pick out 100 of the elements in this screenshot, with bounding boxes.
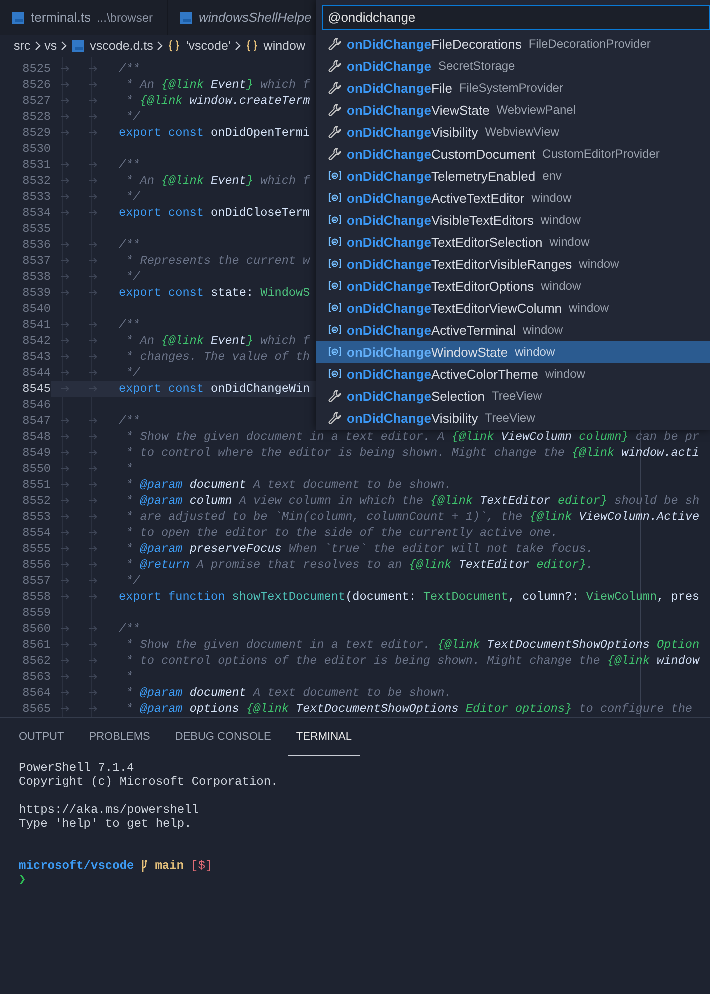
code-line: * to open the editor to the side of the currently active one. <box>125 526 558 540</box>
code-line: export const onDidOpenTermi <box>119 126 310 140</box>
symbol-item[interactable]: onDidChangeFile FileSystemProvider <box>316 77 710 99</box>
code-line: /** <box>119 318 140 332</box>
field-icon <box>328 257 342 271</box>
code-line: * are adjusted to be `Min(column, columnCount + 1)`, the {@link ViewColumn.Active <box>125 510 700 524</box>
code-line: */ <box>125 366 140 380</box>
wrench-icon <box>328 147 342 161</box>
tab-arrow-icon <box>89 657 98 665</box>
line-number: 8545 <box>0 381 51 397</box>
code-line: * An {@link Event} which f <box>125 174 310 188</box>
tab-arrow-icon <box>89 577 98 585</box>
symbol-item[interactable]: onDidChangeActiveTerminal window <box>316 319 710 341</box>
search-field[interactable]: @ondidchange <box>322 5 710 30</box>
tab-arrow-icon <box>61 561 70 569</box>
tab-arrow-icon <box>89 417 98 425</box>
tab-arrow-icon <box>61 625 70 633</box>
tab-arrow-icon <box>89 113 98 121</box>
panel-tab[interactable]: OUTPUT <box>11 718 72 756</box>
prompt-branch: main <box>155 859 184 873</box>
breadcrumb-item[interactable]: window <box>244 39 306 53</box>
symbol-item[interactable]: onDidChangeTextEditorOptions window <box>316 275 710 297</box>
breadcrumb-item[interactable]: vs <box>44 39 58 53</box>
symbol-container: TreeView <box>485 411 536 425</box>
panel-tab[interactable]: TERMINAL <box>288 718 360 756</box>
code-line: */ <box>125 190 140 204</box>
symbol-container: window <box>545 367 586 381</box>
symbol-item[interactable]: onDidChangeSelection TreeView <box>316 385 710 407</box>
tab-arrow-icon <box>89 209 98 217</box>
symbol-item[interactable]: onDidChangeActiveTextEditor window <box>316 187 710 209</box>
wrench-icon <box>328 125 342 139</box>
editor-tab[interactable]: terminal.ts ...\browser <box>0 0 168 35</box>
tab-arrow-icon <box>61 273 70 281</box>
code-line: /** <box>119 622 140 636</box>
tab-arrow-icon <box>89 449 98 457</box>
prompt-status: [$] <box>191 859 213 873</box>
tab-arrow-icon <box>89 257 98 265</box>
tab-arrow-icon <box>89 337 98 345</box>
panel-tab[interactable]: PROBLEMS <box>81 718 158 756</box>
symbol-container: WebviewPanel <box>496 103 576 117</box>
symbol-item[interactable]: onDidChangeVisibility WebviewView <box>316 121 710 143</box>
chevron-right-icon <box>59 40 70 52</box>
field-icon <box>328 235 342 249</box>
tab-arrow-icon <box>61 689 70 697</box>
tab-arrow-icon <box>61 161 70 169</box>
chevron-right-icon <box>32 40 43 52</box>
tab-arrow-icon <box>89 433 98 441</box>
braces-icon <box>244 39 259 53</box>
panel-tab[interactable]: DEBUG CONSOLE <box>167 718 280 756</box>
tab-description: ...\browser <box>96 10 153 24</box>
tab-arrow-icon <box>61 481 70 489</box>
tab-arrow-icon <box>61 337 70 345</box>
symbol-item[interactable]: onDidChange SecretStorage <box>316 55 710 77</box>
breadcrumb-item[interactable]: 'vscode' <box>167 39 231 53</box>
symbol-item[interactable]: onDidChangeTextEditorVisibleRanges window <box>316 253 710 275</box>
tab-arrow-icon <box>61 241 70 249</box>
code-line: export const onDidCloseTerm <box>119 206 310 220</box>
symbol-item[interactable]: onDidChangeTelemetryEnabled env <box>316 165 710 187</box>
symbol-container: window <box>515 345 556 359</box>
tab-arrow-icon <box>89 65 98 73</box>
symbol-item[interactable]: onDidChangeViewState WebviewPanel <box>316 99 710 121</box>
symbol-item[interactable]: onDidChangeVisibility TreeView <box>316 407 710 429</box>
code-line: /** <box>119 238 140 252</box>
code-line: * An {@link Event} which f <box>125 334 310 348</box>
code-line: * to control options of the editor is being shown. Might change the {@link window <box>125 654 700 668</box>
field-icon <box>328 213 342 227</box>
field-icon <box>328 191 342 205</box>
code-line: * Show the given document in a text editor. A {@link ViewColumn column} can be pr <box>125 430 700 444</box>
code-line: * {@link window.createTerm <box>125 94 310 108</box>
tab-arrow-icon <box>61 81 70 89</box>
symbol-item[interactable]: onDidChangeActiveColorTheme window <box>316 363 710 385</box>
tab-arrow-icon <box>89 561 98 569</box>
breadcrumb-item[interactable]: vscode.d.ts <box>71 39 154 53</box>
tab-arrow-icon <box>61 289 70 297</box>
tab-arrow-icon <box>61 673 70 681</box>
symbol-item[interactable]: onDidChangeCustomDocument CustomEditorProvider <box>316 143 710 165</box>
tab-arrow-icon <box>89 705 98 713</box>
tab-arrow-icon <box>89 369 98 377</box>
symbol-item[interactable]: onDidChangeFileDecorations FileDecorationProvider <box>316 33 710 55</box>
tab-arrow-icon <box>89 273 98 281</box>
branch-icon <box>141 859 148 873</box>
wrench-icon <box>328 389 342 403</box>
symbol-item[interactable]: onDidChangeTextEditorViewColumn window <box>316 297 710 319</box>
symbol-item[interactable]: onDidChangeVisibleTextEditors window <box>316 209 710 231</box>
tab-arrow-icon <box>89 625 98 633</box>
terminal-output: https://aka.ms/powershell <box>19 803 200 817</box>
tab-arrow-icon <box>89 193 98 201</box>
tab-arrow-icon <box>61 193 70 201</box>
symbol-item[interactable]: onDidChangeTextEditorSelection window <box>316 231 710 253</box>
tab-arrow-icon <box>61 369 70 377</box>
tab-arrow-icon <box>89 97 98 105</box>
tab-arrow-icon <box>61 577 70 585</box>
tab-arrow-icon <box>89 385 98 393</box>
code-line: * Show the given document in a text editor. {@link TextDocumentShowOptions Option <box>125 638 700 652</box>
code-line: * An {@link Event} which f <box>125 78 310 92</box>
prompt-marker: ❯ <box>19 873 28 887</box>
symbol-item[interactable]: onDidChangeWindowState window <box>316 341 710 363</box>
breadcrumb-item[interactable]: src <box>14 39 31 53</box>
symbol-container: window <box>541 279 582 293</box>
tab-arrow-icon <box>61 545 70 553</box>
